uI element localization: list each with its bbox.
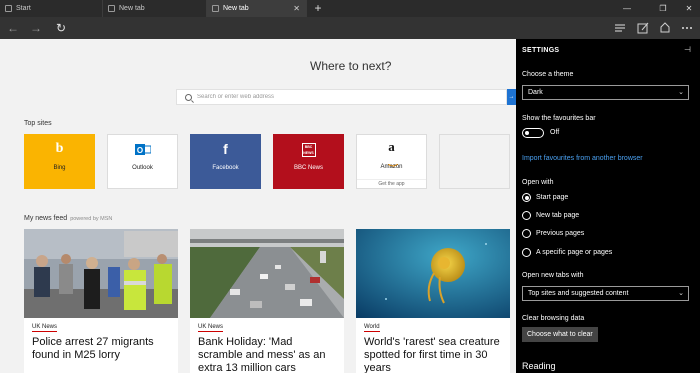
news-feed-label: My news feed powered by MSN: [24, 215, 112, 222]
top-site-bing[interactable]: b Bing: [24, 134, 95, 189]
choose-what-to-clear-button[interactable]: Choose what to clear: [522, 327, 598, 342]
pin-icon[interactable]: ⊣: [684, 45, 691, 54]
news-headline[interactable]: Bank Holiday: 'Mad scramble and mess' as…: [198, 336, 340, 373]
bbc-news-logo-icon: BBC NEWS: [301, 143, 316, 157]
search-box[interactable]: [176, 89, 507, 105]
page-heading: Where to next?: [310, 59, 392, 73]
toggle-knob: [525, 131, 529, 135]
window-close-icon[interactable]: ✕: [678, 0, 700, 17]
search-input[interactable]: [197, 90, 497, 104]
tile-label: BBC News: [293, 165, 323, 171]
svg-text:O: O: [136, 146, 142, 155]
search-icon: [185, 94, 192, 101]
powered-by: powered by MSN: [70, 216, 113, 222]
news-image-sea-creature: [356, 229, 510, 318]
address-toolbar: ← → ↻: [0, 17, 700, 39]
close-tab-icon[interactable]: ✕: [293, 0, 300, 17]
tab-start[interactable]: Start: [0, 0, 103, 17]
settings-title: SETTINGS: [522, 47, 560, 54]
settings-pane: SETTINGS ⊣ Choose a theme Dark ⌄ Show th…: [516, 39, 700, 373]
open-with-label: Open with: [522, 179, 554, 186]
radio-new-tab-page[interactable]: [522, 211, 531, 220]
favourites-bar-state: Off: [550, 129, 560, 136]
feed-title: My news feed: [24, 215, 68, 222]
tab-strip: Start New tab New tab ✕ + — ❐ ✕: [0, 0, 700, 17]
page-icon: [108, 5, 115, 12]
web-note-icon[interactable]: [635, 20, 651, 36]
tile-label: Bing: [53, 165, 66, 171]
news-card[interactable]: World World's 'rarest' sea creature spot…: [356, 229, 510, 373]
favourites-bar-toggle[interactable]: [522, 128, 544, 138]
top-site-amazon[interactable]: a Amazon Get the app: [356, 134, 427, 189]
chevron-down-icon: ⌄: [678, 290, 684, 297]
bing-logo-icon: b: [55, 141, 64, 156]
hub-icon[interactable]: [612, 20, 628, 36]
tab-new-tab-active[interactable]: New tab ✕: [207, 0, 307, 17]
radio-label: A specific page or pages: [536, 249, 613, 256]
maximize-icon[interactable]: ❐: [652, 0, 674, 17]
new-tabs-dropdown[interactable]: Top sites and suggested content ⌄: [522, 286, 689, 301]
new-tab-button[interactable]: +: [311, 0, 325, 17]
theme-dropdown[interactable]: Dark ⌄: [522, 85, 689, 100]
radio-start-page[interactable]: [522, 193, 531, 202]
news-headline[interactable]: World's 'rarest' sea creature spotted fo…: [364, 336, 506, 373]
radio-label: Start page: [536, 194, 569, 201]
reading-heading: Reading: [522, 361, 556, 371]
news-category: UK News: [198, 324, 224, 332]
favourites-bar-label: Show the favourites bar: [522, 115, 596, 122]
top-site-outlook[interactable]: O Outlook: [107, 134, 178, 189]
top-site-bbc-news[interactable]: BBC NEWS BBC News: [273, 134, 344, 189]
news-headline[interactable]: Police arrest 27 migrants found in M25 l…: [32, 336, 174, 362]
news-category: World: [364, 324, 380, 332]
radio-label: New tab page: [536, 212, 580, 219]
facebook-logo-icon: f: [223, 141, 228, 157]
share-icon[interactable]: [657, 20, 673, 36]
minimize-icon[interactable]: —: [616, 0, 638, 17]
page-icon: [5, 5, 12, 12]
top-sites-label: Top sites: [24, 120, 52, 127]
page-icon: [212, 5, 219, 12]
radio-specific-pages[interactable]: [522, 248, 531, 257]
news-card[interactable]: UK News Bank Holiday: 'Mad scramble and …: [190, 229, 344, 373]
tab-label: Start: [16, 5, 31, 12]
tab-label: New tab: [223, 5, 249, 12]
tab-new-tab-1[interactable]: New tab: [103, 0, 207, 17]
get-the-app-link[interactable]: Get the app: [357, 179, 426, 187]
radio-label: Previous pages: [536, 230, 585, 237]
tile-label: Outlook: [132, 165, 153, 171]
news-category: UK News: [32, 324, 58, 332]
more-icon[interactable]: [679, 20, 695, 36]
new-tabs-label: Open new tabs with: [522, 272, 584, 279]
news-card[interactable]: UK News Police arrest 27 migrants found …: [24, 229, 178, 373]
new-tab-page: Where to next? → Top sites b Bing O Outl…: [0, 39, 516, 373]
tile-label: Facebook: [212, 165, 239, 171]
forward-arrow-icon[interactable]: →: [26, 19, 46, 37]
news-image-police: [24, 229, 178, 318]
back-arrow-icon[interactable]: ←: [3, 19, 23, 37]
chevron-down-icon: ⌄: [678, 89, 684, 96]
tab-label: New tab: [119, 5, 145, 12]
new-tabs-value: Top sites and suggested content: [528, 290, 629, 297]
refresh-icon[interactable]: ↻: [51, 19, 71, 37]
go-button[interactable]: →: [507, 89, 516, 105]
tile-label: Amazon: [380, 164, 403, 170]
news-image-motorway: [190, 229, 344, 318]
theme-value: Dark: [528, 89, 543, 96]
import-favourites-link[interactable]: Import favourites from another browser: [522, 155, 643, 162]
outlook-logo-icon: O: [134, 143, 151, 161]
radio-previous-pages[interactable]: [522, 229, 531, 238]
clear-data-label: Clear browsing data: [522, 315, 585, 322]
top-site-empty[interactable]: [439, 134, 510, 189]
top-site-facebook[interactable]: f Facebook: [190, 134, 261, 189]
amazon-logo-icon: a: [388, 139, 395, 154]
theme-label: Choose a theme: [522, 71, 574, 78]
